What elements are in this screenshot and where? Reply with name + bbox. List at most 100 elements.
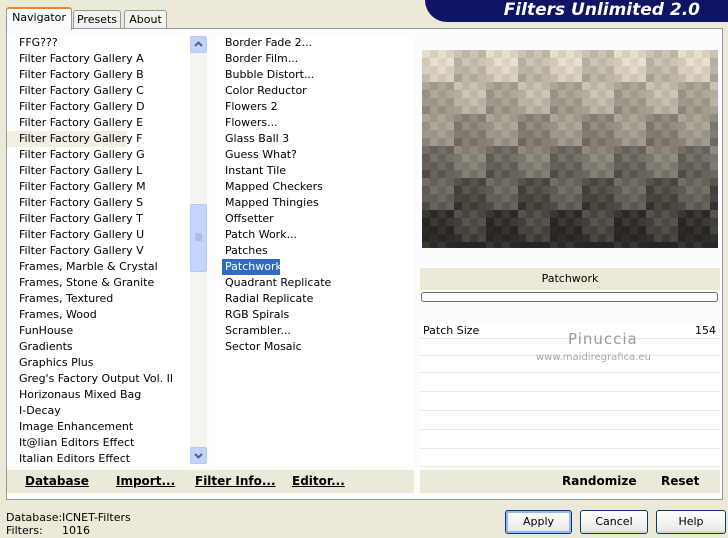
preview-tile — [630, 50, 638, 58]
category-item[interactable]: Image Enhancement — [7, 419, 133, 435]
category-item[interactable]: Filter Factory Gallery F — [7, 131, 142, 147]
category-item[interactable]: Frames, Wood — [7, 307, 97, 323]
filter-item[interactable]: RGB Spirals — [215, 307, 289, 323]
filter-item[interactable]: Mapped Thingies — [215, 195, 319, 211]
preview-tile — [598, 106, 606, 114]
preview-tile — [646, 154, 654, 162]
category-list[interactable]: FFG??? Filter Factory Gallery A Filter Fac… — [7, 34, 190, 466]
preview-tile — [494, 202, 502, 210]
database-button[interactable]: Database — [25, 470, 89, 493]
preview-tile — [454, 146, 462, 154]
preview-tile — [422, 146, 430, 154]
preview-tile — [558, 194, 566, 202]
filter-item[interactable]: Patch Work... — [215, 227, 297, 243]
preview-tile — [590, 210, 598, 218]
preview-tile — [670, 186, 678, 194]
filter-item[interactable]: Sector Mosaic — [215, 339, 302, 355]
preview-tile — [454, 194, 462, 202]
filter-item[interactable]: Guess What? — [215, 147, 297, 163]
preview-tile — [534, 226, 542, 234]
filter-item[interactable]: Color Reductor — [215, 83, 307, 99]
preview-tile — [630, 218, 638, 226]
preview-tile — [438, 58, 446, 66]
preview-tile — [478, 114, 486, 122]
category-item[interactable]: Filter Factory Gallery V — [7, 243, 144, 259]
category-scrollbar[interactable] — [190, 36, 207, 464]
scroll-thumb[interactable] — [190, 204, 207, 272]
tab-presets[interactable]: Presets — [73, 10, 121, 29]
preview-tile — [598, 90, 606, 98]
randomize-button[interactable]: Randomize — [562, 470, 636, 493]
filter-item[interactable]: Radial Replicate — [215, 291, 313, 307]
cancel-button[interactable]: Cancel — [580, 510, 648, 534]
category-item[interactable]: Filter Factory Gallery L — [7, 163, 142, 179]
category-item[interactable]: Filter Factory Gallery M — [7, 179, 146, 195]
filter-item[interactable]: Bubble Distort... — [215, 67, 314, 83]
category-item[interactable]: Graphics Plus — [7, 355, 93, 371]
filter-item[interactable]: Border Film... — [215, 51, 298, 67]
editor-button[interactable]: Editor... — [292, 470, 345, 493]
category-item[interactable]: Italian Editors Effect — [7, 451, 130, 466]
filter-item[interactable]: Scrambler... — [215, 323, 291, 339]
preview-tile — [670, 74, 678, 82]
preview-tile — [606, 146, 614, 154]
filter-item[interactable]: Border Fade 2... — [215, 35, 312, 51]
preview-tile — [694, 162, 702, 170]
preview-tile — [702, 242, 710, 248]
preview-tile — [686, 210, 694, 218]
preview-tile — [534, 50, 542, 58]
preview-tile — [422, 210, 430, 218]
filter-item[interactable]: Offsetter — [215, 211, 274, 227]
category-item[interactable]: Filter Factory Gallery G — [7, 147, 145, 163]
tab-about[interactable]: About — [124, 10, 167, 29]
filter-info-button[interactable]: Filter Info... — [195, 470, 276, 493]
category-item[interactable]: FFG??? — [7, 35, 58, 51]
category-item[interactable]: Filter Factory Gallery B — [7, 67, 144, 83]
category-item[interactable]: Filter Factory Gallery C — [7, 83, 144, 99]
preview-tile — [614, 242, 622, 248]
category-item[interactable]: I-Decay — [7, 403, 61, 419]
category-item[interactable]: Gradients — [7, 339, 73, 355]
preview-tile — [550, 114, 558, 122]
filter-item[interactable]: Flowers... — [215, 115, 278, 131]
filter-item[interactable]: Mapped Checkers — [215, 179, 323, 195]
import-button[interactable]: Import... — [116, 470, 175, 493]
preview-tile — [702, 210, 710, 218]
filter-list[interactable]: Border Fade 2... Border Film... Bubble Dis… — [215, 34, 414, 466]
filter-item[interactable]: Patchwork — [222, 259, 282, 275]
preview-tile — [694, 146, 702, 154]
tab-navigator[interactable]: Navigator — [6, 7, 72, 30]
scroll-up-button[interactable] — [190, 36, 207, 53]
filter-item[interactable]: Patches — [215, 243, 268, 259]
filter-item[interactable]: Glass Ball 3 — [215, 131, 289, 147]
preview-tile — [622, 226, 630, 234]
status-database-value: ICNET-Filters — [62, 511, 131, 524]
filter-item[interactable]: Flowers 2 — [215, 99, 278, 115]
preview-tile — [542, 210, 550, 218]
preview-tile — [622, 98, 630, 106]
filter-item[interactable]: Quadrant Replicate — [215, 275, 331, 291]
preview-tile — [422, 98, 430, 106]
category-item[interactable]: FunHouse — [7, 323, 73, 339]
category-item[interactable]: Filter Factory Gallery S — [7, 195, 143, 211]
apply-button[interactable]: Apply — [505, 510, 572, 534]
category-item[interactable]: Greg's Factory Output Vol. II — [7, 371, 173, 387]
category-item[interactable]: Filter Factory Gallery D — [7, 99, 145, 115]
filter-item[interactable]: Instant Tile — [215, 163, 286, 179]
help-button[interactable]: Help — [656, 510, 726, 534]
category-item[interactable]: Filter Factory Gallery A — [7, 51, 144, 67]
preview-tile — [446, 170, 454, 178]
category-item[interactable]: It@lian Editors Effect — [7, 435, 134, 451]
preview-tile — [646, 194, 654, 202]
category-item[interactable]: Filter Factory Gallery T — [7, 211, 143, 227]
reset-button[interactable]: Reset — [661, 470, 699, 493]
category-item[interactable]: Frames, Textured — [7, 291, 113, 307]
category-item[interactable]: Horizonaus Mixed Bag — [7, 387, 141, 403]
category-item[interactable]: Filter Factory Gallery U — [7, 227, 144, 243]
preview-tile — [550, 242, 558, 248]
category-item[interactable]: Filter Factory Gallery E — [7, 115, 143, 131]
category-item[interactable]: Frames, Marble & Crystal — [7, 259, 158, 275]
category-item[interactable]: Frames, Stone & Granite — [7, 275, 154, 291]
preview-tile — [566, 218, 574, 226]
scroll-down-button[interactable] — [190, 447, 207, 464]
